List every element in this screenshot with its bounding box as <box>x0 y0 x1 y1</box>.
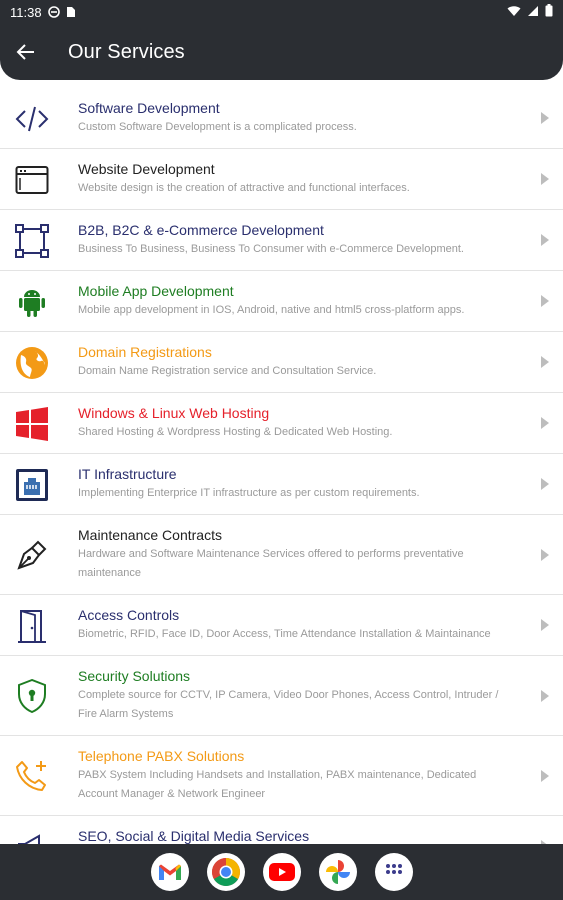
wifi-icon <box>507 5 521 20</box>
service-title: Domain Registrations <box>78 344 212 360</box>
app-bar: Our Services <box>0 24 563 80</box>
chrome-icon[interactable] <box>206 853 245 891</box>
service-title: Mobile App Development <box>78 283 234 299</box>
service-description: Biometric, RFID, Face ID, Door Access, T… <box>78 628 491 640</box>
service-title: SEO, Social & Digital Media Services <box>78 828 310 844</box>
service-row-telephone-pabx[interactable]: Telephone PABX Solutions PABX System Inc… <box>0 736 563 816</box>
chevron-right-icon <box>539 478 549 490</box>
app-drawer-icon[interactable] <box>374 853 413 891</box>
pen-nib-icon <box>14 537 50 573</box>
service-title: Access Controls <box>78 607 180 623</box>
service-description: Business To Business, Business To Consum… <box>78 243 464 255</box>
network-port-icon <box>14 467 50 503</box>
service-row-security-solutions[interactable]: Security Solutions Complete source for C… <box>0 656 563 736</box>
service-row-domain-registrations[interactable]: Domain Registrations Domain Name Registr… <box>0 332 563 393</box>
gmail-icon[interactable] <box>150 853 189 891</box>
service-description: Custom Software Development is a complic… <box>78 121 357 133</box>
service-title: Telephone PABX Solutions <box>78 748 245 764</box>
globe-icon <box>14 345 50 381</box>
service-description: PABX System Including Handsets and Insta… <box>78 769 477 800</box>
megaphone-icon <box>14 829 50 844</box>
status-time: 11:38 <box>10 4 42 20</box>
service-row-it-infrastructure[interactable]: IT Infrastructure Implementing Enterpric… <box>0 454 563 515</box>
service-row-web-hosting[interactable]: Windows & Linux Web Hosting Shared Hosti… <box>0 393 563 454</box>
chevron-right-icon <box>539 234 549 246</box>
sim-card-icon <box>66 6 76 18</box>
page-title: Our Services <box>68 40 185 63</box>
service-row-access-controls[interactable]: Access Controls Biometric, RFID, Face ID… <box>0 595 563 656</box>
chevron-right-icon <box>539 417 549 429</box>
service-title: IT Infrastructure <box>78 466 177 482</box>
service-title: Website Development <box>78 161 215 177</box>
chevron-right-icon <box>539 112 549 124</box>
browser-window-icon <box>14 162 50 198</box>
service-description: Complete source for CCTV, IP Camera, Vid… <box>78 689 499 720</box>
code-icon <box>14 101 50 137</box>
service-description: Implementing Enterprice IT infrastructur… <box>78 487 420 499</box>
photos-icon[interactable] <box>318 853 357 891</box>
service-title: Security Solutions <box>78 668 191 684</box>
arrow-back-icon <box>16 44 34 60</box>
service-description: Hardware and Software Maintenance Servic… <box>78 548 464 579</box>
chevron-right-icon <box>539 619 549 631</box>
android-icon <box>14 284 50 320</box>
service-row-maintenance-contracts[interactable]: Maintenance Contracts Hardware and Softw… <box>0 515 563 595</box>
service-row-seo-social[interactable]: SEO, Social & Digital Media Services <box>0 816 563 844</box>
service-description: Domain Name Registration service and Con… <box>78 365 377 377</box>
chevron-right-icon <box>539 356 549 368</box>
service-title: Windows & Linux Web Hosting <box>78 405 270 421</box>
youtube-icon[interactable] <box>262 853 301 891</box>
chevron-right-icon <box>539 173 549 185</box>
chevron-right-icon <box>539 549 549 561</box>
chevron-right-icon <box>539 295 549 307</box>
app-dock <box>0 844 563 900</box>
battery-icon <box>545 4 553 20</box>
back-button[interactable] <box>0 24 52 80</box>
service-row-software-development[interactable]: Software Development Custom Software Dev… <box>0 88 563 149</box>
service-row-mobile-app[interactable]: Mobile App Development Mobile app develo… <box>0 271 563 332</box>
service-description: Shared Hosting & Wordpress Hosting & Ded… <box>78 426 393 438</box>
service-row-website-development[interactable]: Website Development Website design is th… <box>0 149 563 210</box>
service-description: Website design is the creation of attrac… <box>78 182 410 194</box>
dnd-icon <box>47 6 60 18</box>
phone-add-icon <box>14 758 50 794</box>
service-title: Maintenance Contracts <box>78 527 222 543</box>
selection-square-icon <box>14 223 50 259</box>
chevron-right-icon <box>539 770 549 782</box>
chevron-right-icon <box>539 690 549 702</box>
services-list[interactable]: Software Development Custom Software Dev… <box>0 88 563 844</box>
shield-lock-icon <box>14 678 50 714</box>
windows-icon <box>14 406 50 442</box>
service-title: B2B, B2C & e-Commerce Development <box>78 222 324 238</box>
service-description: Mobile app development in IOS, Android, … <box>78 304 465 316</box>
signal-icon <box>527 5 539 20</box>
door-icon <box>14 608 50 644</box>
status-bar: 11:38 <box>0 0 563 24</box>
service-title: Software Development <box>78 100 220 116</box>
service-row-b2b-b2c[interactable]: B2B, B2C & e-Commerce Development Busine… <box>0 210 563 271</box>
